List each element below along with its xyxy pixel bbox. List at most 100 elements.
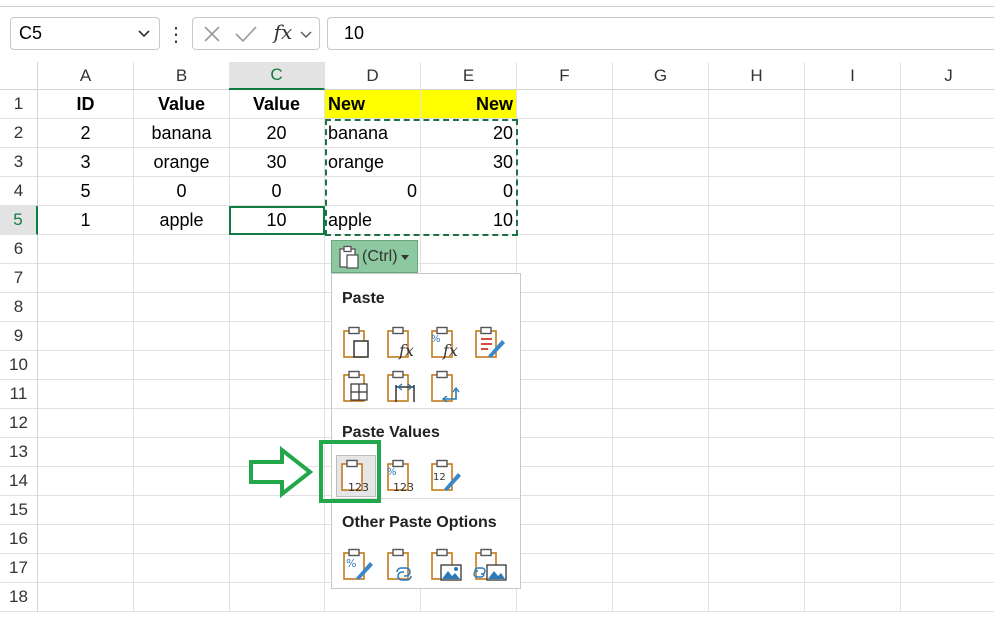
- cell-h11[interactable]: [709, 380, 805, 409]
- cell-e2[interactable]: 20: [421, 119, 517, 148]
- cell-g5[interactable]: [613, 206, 709, 235]
- cell-a1[interactable]: ID: [38, 90, 134, 119]
- row-header-13[interactable]: 13: [0, 438, 38, 467]
- cell-i14[interactable]: [805, 467, 901, 496]
- cell-g4[interactable]: [613, 177, 709, 206]
- formula-input[interactable]: 10: [327, 17, 994, 50]
- cell-h1[interactable]: [709, 90, 805, 119]
- cell-a10[interactable]: [38, 351, 134, 380]
- select-all-corner[interactable]: [0, 62, 38, 90]
- cell-a6[interactable]: [38, 235, 134, 264]
- cell-c4[interactable]: 0: [229, 177, 325, 206]
- cell-g6[interactable]: [613, 235, 709, 264]
- cell-h6[interactable]: [709, 235, 805, 264]
- row-header-10[interactable]: 10: [0, 351, 38, 380]
- cell-c7[interactable]: [229, 264, 325, 293]
- cell-a12[interactable]: [38, 409, 134, 438]
- column-header-e[interactable]: E: [421, 62, 517, 90]
- row-header-18[interactable]: 18: [0, 583, 38, 612]
- column-header-j[interactable]: J: [901, 62, 994, 90]
- cell-b14[interactable]: [134, 467, 230, 496]
- cell-f16[interactable]: [517, 525, 613, 554]
- cell-f5[interactable]: [517, 206, 613, 235]
- cell-d3[interactable]: orange: [325, 148, 421, 177]
- cell-c9[interactable]: [229, 322, 325, 351]
- row-header-3[interactable]: 3: [0, 148, 38, 177]
- keep-source-formatting-icon[interactable]: [472, 325, 508, 361]
- no-borders-icon[interactable]: [340, 369, 376, 405]
- cell-d4[interactable]: 0: [325, 177, 421, 206]
- cell-h14[interactable]: [709, 467, 805, 496]
- row-header-9[interactable]: 9: [0, 322, 38, 351]
- cell-g14[interactable]: [613, 467, 709, 496]
- cell-i13[interactable]: [805, 438, 901, 467]
- cell-f6[interactable]: [517, 235, 613, 264]
- cell-b10[interactable]: [134, 351, 230, 380]
- cell-a3[interactable]: 3: [38, 148, 134, 177]
- cell-j16[interactable]: [901, 525, 994, 554]
- cell-i3[interactable]: [805, 148, 901, 177]
- cell-i5[interactable]: [805, 206, 901, 235]
- row-header-15[interactable]: 15: [0, 496, 38, 525]
- cell-h9[interactable]: [709, 322, 805, 351]
- name-box[interactable]: C5: [10, 17, 160, 50]
- row-header-2[interactable]: 2: [0, 119, 38, 148]
- cell-f9[interactable]: [517, 322, 613, 351]
- row-header-17[interactable]: 17: [0, 554, 38, 583]
- cell-a14[interactable]: [38, 467, 134, 496]
- cell-h2[interactable]: [709, 119, 805, 148]
- cell-i10[interactable]: [805, 351, 901, 380]
- cell-e5[interactable]: 10: [421, 206, 517, 235]
- cell-j1[interactable]: [901, 90, 994, 119]
- cell-a18[interactable]: [38, 583, 134, 612]
- more-options-icon[interactable]: ⋮: [166, 20, 186, 48]
- cell-g3[interactable]: [613, 148, 709, 177]
- cell-h18[interactable]: [709, 583, 805, 612]
- cell-b6[interactable]: [134, 235, 230, 264]
- cell-a17[interactable]: [38, 554, 134, 583]
- cell-h5[interactable]: [709, 206, 805, 235]
- cell-b9[interactable]: [134, 322, 230, 351]
- cell-h3[interactable]: [709, 148, 805, 177]
- cell-c18[interactable]: [229, 583, 325, 612]
- cell-i9[interactable]: [805, 322, 901, 351]
- cell-g12[interactable]: [613, 409, 709, 438]
- formatting-icon[interactable]: %: [340, 547, 376, 583]
- cell-b15[interactable]: [134, 496, 230, 525]
- cell-a13[interactable]: [38, 438, 134, 467]
- cell-e1[interactable]: New: [421, 90, 517, 119]
- cell-f3[interactable]: [517, 148, 613, 177]
- cell-g10[interactable]: [613, 351, 709, 380]
- cell-i4[interactable]: [805, 177, 901, 206]
- cell-h17[interactable]: [709, 554, 805, 583]
- cell-c15[interactable]: [229, 496, 325, 525]
- cell-b18[interactable]: [134, 583, 230, 612]
- cell-e3[interactable]: 30: [421, 148, 517, 177]
- cell-i12[interactable]: [805, 409, 901, 438]
- cell-i17[interactable]: [805, 554, 901, 583]
- cell-j14[interactable]: [901, 467, 994, 496]
- row-header-14[interactable]: 14: [0, 467, 38, 496]
- keep-column-widths-icon[interactable]: [384, 369, 420, 405]
- cell-b16[interactable]: [134, 525, 230, 554]
- row-header-11[interactable]: 11: [0, 380, 38, 409]
- cell-j15[interactable]: [901, 496, 994, 525]
- row-header-5[interactable]: 5: [0, 206, 38, 235]
- cell-f14[interactable]: [517, 467, 613, 496]
- cell-c1[interactable]: Value: [229, 90, 325, 119]
- column-header-f[interactable]: F: [517, 62, 613, 90]
- cell-b17[interactable]: [134, 554, 230, 583]
- cell-a15[interactable]: [38, 496, 134, 525]
- row-header-7[interactable]: 7: [0, 264, 38, 293]
- cell-j9[interactable]: [901, 322, 994, 351]
- cell-i1[interactable]: [805, 90, 901, 119]
- cell-a4[interactable]: 5: [38, 177, 134, 206]
- cell-b7[interactable]: [134, 264, 230, 293]
- cell-a8[interactable]: [38, 293, 134, 322]
- cell-g7[interactable]: [613, 264, 709, 293]
- cell-f10[interactable]: [517, 351, 613, 380]
- cell-b12[interactable]: [134, 409, 230, 438]
- cell-i8[interactable]: [805, 293, 901, 322]
- cell-i16[interactable]: [805, 525, 901, 554]
- enter-icon[interactable]: [233, 24, 259, 44]
